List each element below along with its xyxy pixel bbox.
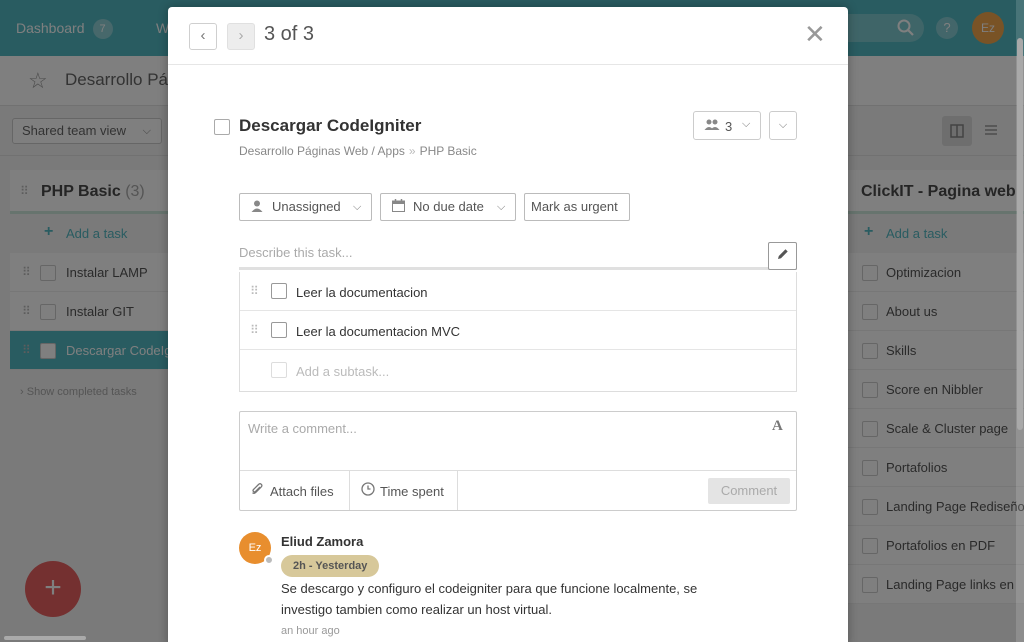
- chevron-down-icon: ⌵: [778, 119, 788, 131]
- time-spent-badge: 2h - Yesterday: [281, 555, 380, 577]
- time-spent-label: Time spent: [380, 484, 444, 499]
- breadcrumb: Desarrollo Páginas Web / Apps» PHP Basic: [239, 144, 477, 158]
- subtask-checkbox-placeholder: [271, 362, 287, 378]
- vertical-scrollbar-thumb[interactable]: [1017, 38, 1023, 430]
- add-subtask-placeholder: Add a subtask...: [296, 364, 390, 379]
- previous-task-button[interactable]: ‹: [189, 23, 217, 50]
- chevron-down-icon: ⌵: [353, 201, 362, 213]
- subtask-label: Leer la documentacion MVC: [296, 324, 461, 339]
- horizontal-scrollbar-thumb[interactable]: [4, 636, 86, 640]
- paperclip-icon: [251, 482, 263, 499]
- chevron-down-icon: ⌵: [742, 118, 751, 130]
- subtask-label: Leer la documentacion: [296, 285, 428, 300]
- attach-files-button[interactable]: Attach files: [240, 471, 350, 510]
- subtask-row[interactable]: ⠿ Leer la documentacion MVC: [240, 311, 796, 350]
- mark-urgent-label: Mark as urgent: [531, 199, 618, 214]
- members-count: 3: [725, 119, 733, 134]
- members-button[interactable]: 3 ⌵: [693, 111, 761, 140]
- task-description-field[interactable]: Describe this task...: [239, 242, 797, 270]
- comment-text: Se descargo y configuro el codeigniter p…: [281, 581, 698, 617]
- breadcrumb-separator: »: [408, 144, 416, 158]
- attach-files-label: Attach files: [270, 484, 334, 499]
- next-task-button[interactable]: ›: [227, 23, 255, 50]
- pencil-icon: [777, 249, 788, 259]
- edit-description-button[interactable]: [768, 242, 797, 270]
- assignee-label: Unassigned: [272, 199, 341, 214]
- calendar-icon: [392, 194, 405, 220]
- task-title[interactable]: Descargar CodeIgniter: [239, 116, 421, 136]
- presence-status-dot: [264, 555, 274, 565]
- chevron-left-icon: ‹: [200, 27, 206, 44]
- chevron-right-icon: ›: [238, 27, 244, 44]
- assignee-dropdown[interactable]: Unassigned ⌵: [239, 193, 372, 221]
- mark-urgent-button[interactable]: Mark as urgent: [524, 193, 630, 221]
- subtask-checkbox[interactable]: [271, 283, 287, 299]
- close-icon[interactable]: ✕: [804, 21, 826, 47]
- comment-submit-button[interactable]: Comment: [708, 478, 790, 504]
- chevron-down-icon: ⌵: [497, 201, 506, 213]
- task-detail-modal: ‹ › 3 of 3 ✕ Descargar CodeIgniter Desar…: [168, 7, 848, 642]
- text-format-icon[interactable]: A: [772, 418, 783, 435]
- task-pager: 3 of 3: [264, 23, 315, 45]
- due-date-dropdown[interactable]: No due date ⌵: [380, 193, 516, 221]
- drag-handle-icon[interactable]: ⠿: [250, 323, 259, 337]
- breadcrumb-project[interactable]: Desarrollo Páginas Web / Apps: [239, 144, 405, 158]
- subtask-list: ⠿ Leer la documentacion ⠿ Leer la docume…: [239, 272, 797, 392]
- subtask-checkbox[interactable]: [271, 322, 287, 338]
- user-icon: [251, 194, 263, 220]
- more-options-button[interactable]: ⌵: [769, 111, 797, 140]
- clock-icon: [361, 482, 375, 499]
- users-icon: [704, 118, 720, 135]
- breadcrumb-list[interactable]: PHP Basic: [420, 144, 477, 158]
- comment-timestamp: an hour ago: [281, 625, 340, 637]
- due-date-label: No due date: [413, 199, 484, 214]
- comment-composer: Write a comment... A Attach files Time s…: [239, 411, 797, 511]
- add-subtask-input[interactable]: Add a subtask...: [240, 350, 796, 390]
- modal-header: ‹ › 3 of 3 ✕: [168, 7, 848, 65]
- comment-author[interactable]: Eliud Zamora: [281, 534, 363, 549]
- drag-handle-icon[interactable]: ⠿: [250, 284, 259, 298]
- comment-input[interactable]: Write a comment...: [240, 412, 796, 471]
- subtask-row[interactable]: ⠿ Leer la documentacion: [240, 272, 796, 311]
- task-complete-checkbox[interactable]: [214, 119, 230, 135]
- time-spent-button[interactable]: Time spent: [350, 471, 458, 510]
